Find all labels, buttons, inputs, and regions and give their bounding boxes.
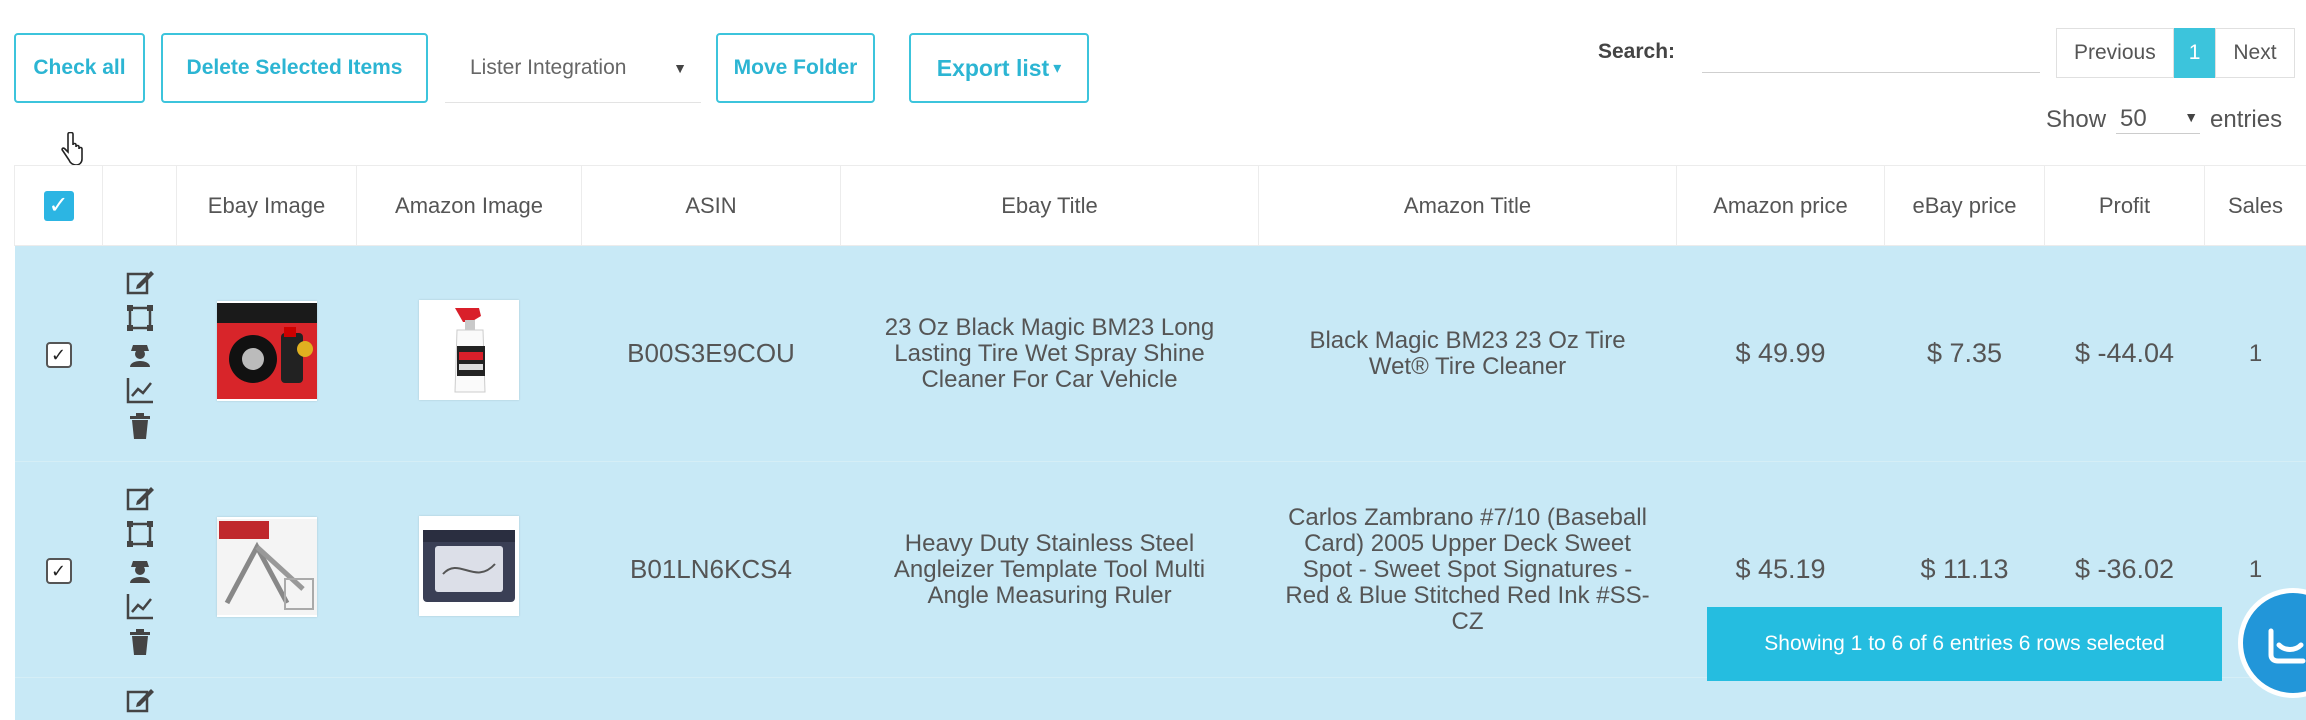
search-input[interactable] (1702, 30, 2040, 73)
actions-header (102, 165, 177, 246)
move-folder-button[interactable]: Move Folder (716, 33, 875, 103)
row-actions (102, 677, 177, 720)
header-amazon-title[interactable]: Amazon Title (1258, 165, 1677, 246)
folder-select[interactable]: Lister Integration ▼ (445, 33, 701, 103)
header-sales[interactable]: Sales (2204, 165, 2306, 246)
entries-suffix-label: entries (2210, 105, 2283, 133)
entries-length-select[interactable]: 50 ▼ (2116, 105, 2201, 134)
asin-cell[interactable]: B01LN6KCS4 (581, 461, 841, 678)
header-ebay-price[interactable]: eBay price (1884, 165, 2045, 246)
amazon-title-cell[interactable]: Carlos Zambrano #7/10 (Baseball Card) 20… (1258, 461, 1677, 678)
caret-down-icon: ▾ (1053, 60, 1062, 77)
header-ebay-image[interactable]: Ebay Image (176, 165, 357, 246)
entries-length-value: 50 (2120, 105, 2147, 132)
edit-icon[interactable] (125, 267, 155, 297)
amazon-image-cell (356, 245, 582, 462)
row-checkbox[interactable]: ✓ (45, 557, 72, 584)
chat-widget-button[interactable] (2238, 588, 2306, 698)
chevron-down-icon: ▼ (2184, 109, 2199, 125)
asin-cell (581, 677, 841, 720)
entries-length-control: Show 50 ▼ entries (2046, 105, 2282, 134)
ebay-image-cell (176, 245, 357, 462)
amazon-price-cell: $ 49.99 (1676, 245, 1885, 462)
profit-cell (2044, 677, 2205, 720)
check-all-button[interactable]: Check all (14, 33, 145, 103)
table-header-row: ✓ Ebay Image Amazon Image ASIN Ebay Titl… (14, 165, 2306, 246)
folder-select-value: Lister Integration (470, 55, 627, 79)
row-checkbox-cell[interactable]: ✓ (14, 461, 103, 678)
header-asin[interactable]: ASIN (581, 165, 841, 246)
row-actions (102, 245, 177, 462)
user-secret-icon[interactable] (125, 555, 155, 585)
header-amazon-price[interactable]: Amazon price (1676, 165, 1885, 246)
ebay-product-image[interactable] (216, 301, 317, 401)
show-label: Show (2046, 105, 2107, 133)
row-checkbox-cell[interactable]: ✓ (14, 245, 103, 462)
ebay-title-cell[interactable]: Heavy Duty Stainless Steel Angleizer Tem… (840, 461, 1259, 678)
ebay-price-cell: $ 7.35 (1884, 245, 2045, 462)
profit-cell: $ -44.04 (2044, 245, 2205, 462)
image-frame-icon[interactable] (125, 303, 155, 333)
trash-icon[interactable] (125, 627, 155, 657)
delete-selected-button[interactable]: Delete Selected Items (161, 33, 428, 103)
previous-page-button[interactable]: Previous (2056, 28, 2174, 78)
header-ebay-title[interactable]: Ebay Title (840, 165, 1259, 246)
chevron-down-icon: ▼ (673, 59, 687, 76)
ebay-image-cell (176, 677, 357, 720)
selection-status-toast: Showing 1 to 6 of 6 entries 6 rows selec… (1707, 607, 2222, 681)
row-actions (102, 461, 177, 678)
image-frame-icon[interactable] (125, 519, 155, 549)
ebay-title-cell[interactable]: 23 Oz Black Magic BM23 Long Lasting Tire… (840, 245, 1259, 462)
ebay-image-cell (176, 461, 357, 678)
amazon-product-image[interactable] (419, 516, 519, 616)
select-all-checkbox[interactable]: ✓ (43, 190, 74, 221)
amazon-title-cell (1258, 677, 1677, 720)
export-list-button[interactable]: Export list ▾ (909, 33, 1089, 103)
ebay-price-cell (1884, 677, 2045, 720)
edit-icon[interactable] (125, 685, 155, 715)
export-list-label: Export list (936, 54, 1050, 81)
sales-cell: 1 (2204, 245, 2306, 462)
search-label: Search: (1598, 40, 1676, 63)
ebay-title-cell (840, 677, 1259, 720)
user-secret-icon[interactable] (125, 339, 155, 369)
amazon-title-cell[interactable]: Black Magic BM23 23 Oz Tire Wet® Tire Cl… (1258, 245, 1677, 462)
trash-icon[interactable] (125, 411, 155, 441)
amazon-image-cell (356, 677, 582, 720)
line-chart-icon[interactable] (125, 375, 155, 405)
line-chart-icon[interactable] (125, 591, 155, 621)
next-page-button[interactable]: Next (2215, 28, 2295, 78)
edit-icon[interactable] (125, 483, 155, 513)
ebay-product-image[interactable] (216, 517, 317, 617)
amazon-image-cell (356, 461, 582, 678)
chat-icon (2268, 628, 2306, 664)
pagination: Previous 1 Next (2056, 28, 2295, 78)
table-row[interactable]: ✓ (14, 245, 2306, 462)
amazon-price-cell (1676, 677, 1885, 720)
row-checkbox-cell[interactable] (14, 677, 103, 720)
asin-cell[interactable]: B00S3E9COU (581, 245, 841, 462)
row-checkbox[interactable]: ✓ (45, 341, 72, 368)
amazon-product-image[interactable] (419, 300, 519, 400)
header-profit[interactable]: Profit (2044, 165, 2205, 246)
page-1-button[interactable]: 1 (2173, 28, 2216, 78)
header-amazon-image[interactable]: Amazon Image (356, 165, 582, 246)
select-all-checkbox-cell[interactable]: ✓ (14, 165, 103, 246)
table-row[interactable] (14, 677, 2306, 720)
